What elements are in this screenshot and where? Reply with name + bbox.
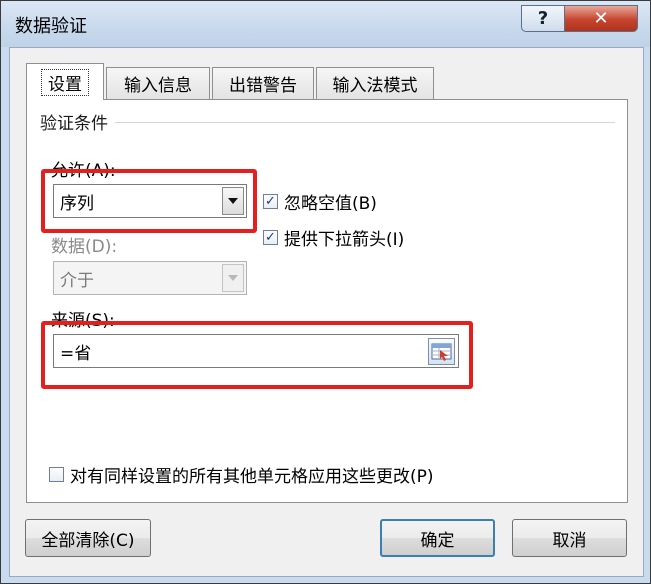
in-cell-dropdown-checkbox[interactable]: ✓ 提供下拉箭头(I): [263, 225, 404, 250]
validation-criteria-heading: 验证条件: [40, 109, 114, 134]
data-validation-dialog: 数据验证 ? ✕ 设置 输入信息 出错警告 输入法模式 验证条件 允许(A): …: [0, 0, 651, 584]
ignore-blank-label: 忽略空值(B): [284, 194, 377, 214]
apply-all-label: 对有同样设置的所有其他单元格应用这些更改(P): [70, 467, 434, 487]
checkbox-box[interactable]: ✓: [263, 194, 278, 209]
apply-all-checkbox[interactable]: 对有同样设置的所有其他单元格应用这些更改(P): [49, 462, 434, 487]
highlight-box-source: [41, 321, 473, 389]
settings-panel: 验证条件 允许(A): 序列 ✓ 忽略空值(B) ✓ 提供下拉箭头(I) 数据(…: [26, 99, 628, 503]
data-select: 介于: [53, 261, 247, 295]
tab-input-message[interactable]: 输入信息: [106, 67, 210, 99]
clear-all-button[interactable]: 全部清除(C): [25, 519, 151, 557]
data-dropdown-button: [222, 264, 244, 292]
title-bar[interactable]: 数据验证 ? ✕: [1, 1, 650, 47]
checkbox-box[interactable]: [49, 467, 64, 482]
close-icon: ✕: [593, 8, 609, 29]
checkmark-icon: ✓: [265, 230, 276, 245]
help-button[interactable]: ?: [521, 5, 565, 32]
tab-label: 输入信息: [124, 76, 192, 96]
tab-error-alert[interactable]: 出错警告: [212, 67, 314, 99]
dialog-body: 设置 输入信息 出错警告 输入法模式 验证条件 允许(A): 序列 ✓ 忽略空值…: [9, 47, 644, 577]
ok-button[interactable]: 确定: [380, 519, 495, 557]
checkmark-icon: ✓: [265, 194, 276, 209]
cancel-button[interactable]: 取消: [512, 519, 627, 557]
group-divider: [115, 122, 615, 123]
close-button[interactable]: ✕: [564, 5, 638, 32]
checkbox-box[interactable]: ✓: [263, 230, 278, 245]
highlight-box-allow: [41, 169, 257, 233]
data-label: 数据(D):: [51, 237, 118, 257]
in-cell-dropdown-label: 提供下拉箭头(I): [284, 230, 405, 250]
tab-label: 输入法模式: [332, 76, 418, 96]
tab-settings[interactable]: 设置: [26, 63, 104, 100]
ignore-blank-checkbox[interactable]: ✓ 忽略空值(B): [263, 189, 377, 214]
data-value: 介于: [60, 270, 94, 291]
chevron-down-icon: [228, 275, 238, 281]
tab-label: 出错警告: [229, 76, 297, 96]
tab-ime-mode[interactable]: 输入法模式: [316, 67, 434, 99]
tab-label: 设置: [41, 68, 89, 96]
window-title: 数据验证: [15, 16, 87, 37]
